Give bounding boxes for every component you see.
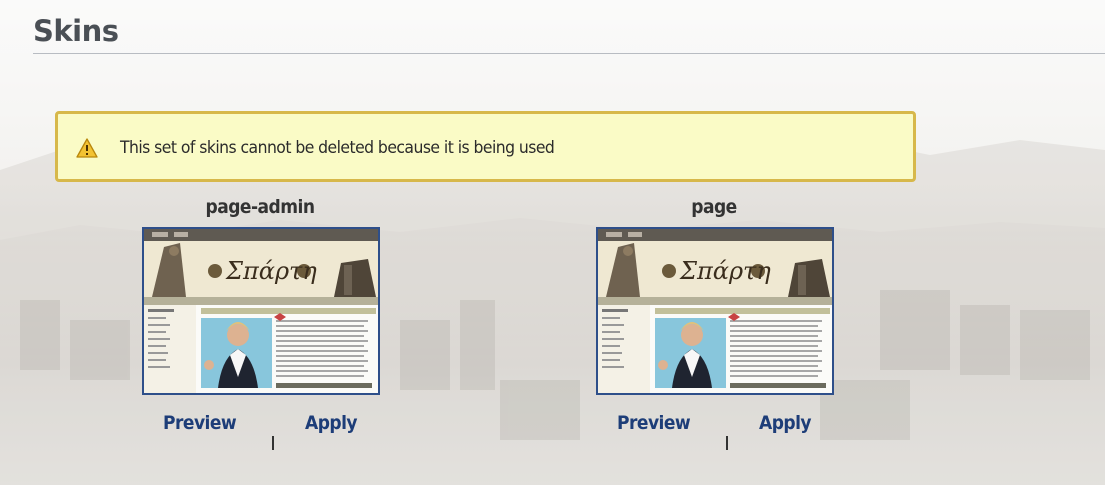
warning-icon: [76, 138, 98, 158]
title-divider: [33, 53, 1105, 54]
page-title: Skins: [33, 14, 119, 48]
warning-message: This set of skins cannot be deleted beca…: [120, 138, 555, 158]
link-separator: [272, 436, 274, 450]
preview-link[interactable]: Preview: [163, 412, 237, 434]
thumbnail-greek-title: Σπάρτη: [679, 257, 771, 285]
skin-card-page: page Σπάρτη Preview Apply: [584, 196, 844, 456]
thumbnail-greek-title: Σπάρτη: [225, 257, 317, 285]
skin-name: page-admin: [205, 196, 315, 218]
warning-alert: This set of skins cannot be deleted beca…: [55, 111, 916, 182]
skin-card-page-admin: page-admin Σπάρτη Preview Apply: [130, 196, 390, 456]
skin-name: page: [691, 196, 737, 218]
skin-thumbnail[interactable]: Σπάρτη: [142, 227, 380, 395]
preview-link[interactable]: Preview: [617, 412, 691, 434]
link-separator: [726, 436, 728, 450]
skin-thumbnail[interactable]: Σπάρτη: [596, 227, 834, 395]
apply-link[interactable]: Apply: [305, 412, 358, 434]
apply-link[interactable]: Apply: [759, 412, 812, 434]
